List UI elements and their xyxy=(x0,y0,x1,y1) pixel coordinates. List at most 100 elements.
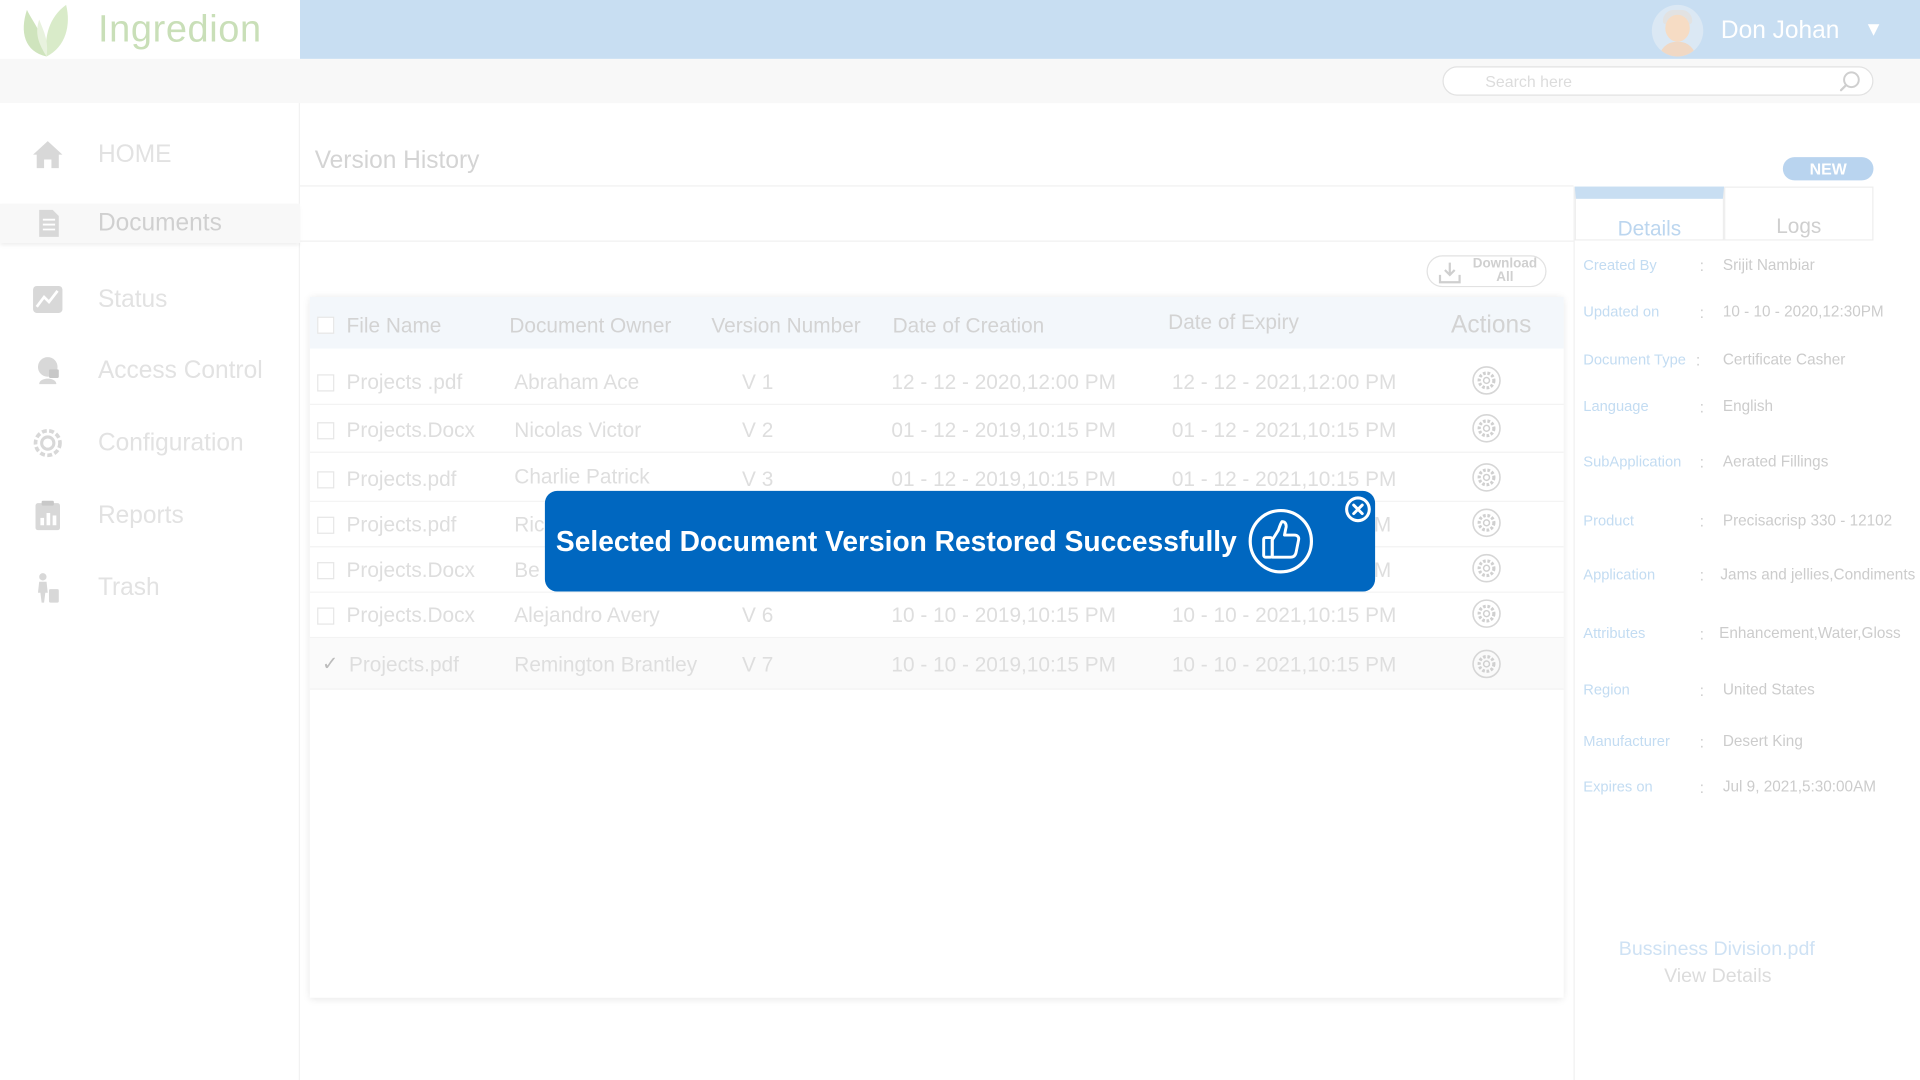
logo-area: Ingredion xyxy=(0,0,301,59)
sidebar-item-label: Configuration xyxy=(97,428,244,456)
column-header-version-number[interactable]: Version Number xyxy=(711,314,860,339)
sidebar-item-documents[interactable]: Documents xyxy=(0,203,301,243)
file-name[interactable]: Projects.Docx xyxy=(347,418,475,443)
detail-attributes: Attributes: Enhancement,Water,Gloss xyxy=(1583,624,1901,644)
version-number: V 1 xyxy=(742,370,774,394)
table-row[interactable]: Projects.Docx Nicolas Victor V 2 01 - 12… xyxy=(309,406,1564,453)
file-name[interactable]: Projects .pdf xyxy=(347,371,463,396)
date-of-creation: 10 - 10 - 2019,10:15 PM xyxy=(891,603,1116,628)
detail-subapplication: SubApplication: Aerated Fillings xyxy=(1583,452,1829,472)
detail-created-by: Created By: Srijit Nambiar xyxy=(1583,256,1815,275)
detail-manufacturer: Manufacturer: Desert King xyxy=(1583,732,1803,752)
detail-language: Language: English xyxy=(1583,397,1774,417)
detail-updated-on: Updated on:10 - 10 - 2020,12:30PM xyxy=(1583,303,1884,322)
close-icon[interactable] xyxy=(1343,495,1372,524)
view-details-link[interactable]: View Details xyxy=(1664,966,1771,988)
select-all-checkbox[interactable] xyxy=(317,316,335,334)
tab-logs[interactable]: Logs xyxy=(1724,186,1874,241)
file-name[interactable]: Projects.pdf xyxy=(347,468,457,493)
file-name[interactable]: Projects.Docx xyxy=(347,558,475,583)
sidebar-item-status[interactable]: Status xyxy=(0,280,300,319)
date-of-expiry: 01 - 12 - 2021,10:15 PM xyxy=(1171,418,1397,442)
row-checkbox[interactable] xyxy=(317,562,335,580)
detail-application: Application: Jams and jellies,Condiments xyxy=(1583,565,1916,585)
configuration-icon xyxy=(33,428,62,458)
page-title: Version History xyxy=(314,147,480,175)
access-control-icon xyxy=(37,357,59,385)
date-of-expiry: 01 - 12 - 2021,10:15 PM xyxy=(1171,467,1397,491)
document-owner: Ric xyxy=(514,512,545,537)
row-checkbox[interactable] xyxy=(317,607,335,625)
detail-expires-on: Expires on: Jul 9, 2021,5:30:00AM xyxy=(1583,778,1877,797)
version-number: V 2 xyxy=(742,418,774,442)
toast-message: Selected Document Version Restored Succe… xyxy=(555,525,1237,558)
new-button[interactable]: NEW xyxy=(1782,157,1874,181)
file-name[interactable]: Projects.pdf xyxy=(347,513,457,538)
sidebar-item-reports[interactable]: Reports xyxy=(0,496,300,535)
file-name[interactable]: Projects.Docx xyxy=(347,604,475,629)
download-all-label: Download All xyxy=(1472,256,1538,285)
sidebar-item-label: Trash xyxy=(97,573,160,601)
date-of-expiry: M xyxy=(1373,558,1392,582)
top-bar: Don Johan ▼ xyxy=(300,0,1920,59)
avatar[interactable] xyxy=(1652,4,1704,57)
download-all-button[interactable]: Download All xyxy=(1426,255,1547,288)
trash-icon xyxy=(37,573,59,603)
row-checkbox[interactable] xyxy=(317,471,335,489)
column-header-file-name[interactable]: File Name xyxy=(347,314,442,339)
document-owner: Be xyxy=(514,558,540,582)
sidebar-item-label: Reports xyxy=(97,501,184,529)
gear-icon[interactable] xyxy=(1472,414,1501,443)
date-of-expiry: 10 - 10 - 2021,10:15 PM xyxy=(1171,603,1397,628)
date-of-creation: 01 - 12 - 2019,10:15 PM xyxy=(891,418,1116,442)
version-number: V 6 xyxy=(742,603,774,628)
search-input[interactable] xyxy=(1485,69,1829,93)
gear-icon[interactable] xyxy=(1472,366,1501,395)
document-owner: Remington Brantley xyxy=(514,652,698,677)
row-checkbox[interactable] xyxy=(317,516,335,534)
table-row-selected[interactable]: ✓ Projects.pdf Remington Brantley V 7 10… xyxy=(309,638,1564,690)
date-of-expiry: 12 - 12 - 2021,12:00 PM xyxy=(1171,370,1397,394)
column-header-document-owner[interactable]: Document Owner xyxy=(509,314,671,339)
thumbs-up-icon xyxy=(1248,508,1314,574)
version-number: V 7 xyxy=(742,652,774,677)
detail-region: Region: United States xyxy=(1583,681,1815,700)
chevron-down-icon[interactable]: ▼ xyxy=(1864,20,1883,42)
table-row[interactable]: Projects.Docx Alejandro Avery V 6 10 - 1… xyxy=(309,592,1564,639)
success-toast: Selected Document Version Restored Succe… xyxy=(544,490,1376,592)
user-name[interactable]: Don Johan xyxy=(1721,17,1839,45)
column-header-date-of-expiry[interactable]: Date of Expiry xyxy=(1168,310,1299,335)
gear-icon[interactable] xyxy=(1472,649,1501,679)
ingredion-logo-icon xyxy=(23,4,68,57)
download-icon xyxy=(1438,262,1461,284)
document-icon xyxy=(39,209,59,237)
file-name[interactable]: Projects.pdf xyxy=(349,653,459,678)
date-of-creation: 01 - 12 - 2019,10:15 PM xyxy=(891,467,1116,491)
detail-document-type: Document Type: Certificate Casher xyxy=(1583,350,1846,370)
file-name-link[interactable]: Bussiness Division.pdf xyxy=(1619,939,1815,961)
search-icon[interactable] xyxy=(1838,70,1862,95)
sidebar-item-home[interactable]: HOME xyxy=(0,135,300,174)
row-checkbox[interactable] xyxy=(317,374,335,392)
table-row[interactable]: Projects .pdf Abraham Ace V 1 12 - 12 - … xyxy=(309,358,1564,405)
row-checkbox[interactable] xyxy=(317,422,335,440)
gear-icon[interactable] xyxy=(1472,463,1501,492)
gear-icon[interactable] xyxy=(1472,599,1501,628)
document-owner: Charlie Patrick xyxy=(514,465,650,489)
sidebar-item-access-control[interactable]: Access Control xyxy=(0,351,300,390)
gear-icon[interactable] xyxy=(1472,508,1501,538)
sidebar-item-configuration[interactable]: Configuration xyxy=(0,423,300,462)
divider xyxy=(300,240,1574,242)
status-chart-icon xyxy=(33,285,63,313)
column-header-date-of-creation[interactable]: Date of Creation xyxy=(893,314,1045,339)
sidebar-item-trash[interactable]: Trash xyxy=(0,568,300,607)
row-checkbox-checked[interactable]: ✓ xyxy=(317,654,338,675)
user-menu[interactable]: Don Johan ▼ xyxy=(1652,4,1883,57)
date-of-creation: 12 - 12 - 2020,12:00 PM xyxy=(891,370,1116,394)
tab-details[interactable]: Details xyxy=(1574,186,1725,241)
home-icon xyxy=(33,141,63,169)
version-table: File Name Document Owner Version Number … xyxy=(309,296,1564,998)
date-of-expiry: M xyxy=(1373,512,1392,537)
gear-icon[interactable] xyxy=(1472,553,1501,583)
search-box[interactable] xyxy=(1442,66,1874,96)
